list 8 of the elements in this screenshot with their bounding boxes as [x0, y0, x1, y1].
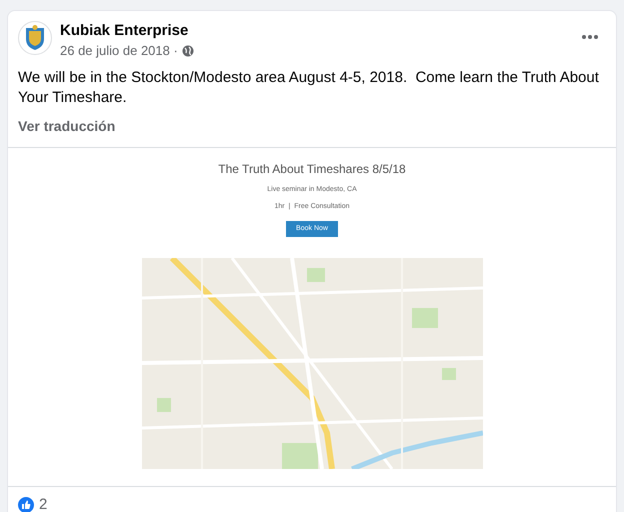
reaction-count[interactable]: 2: [39, 494, 48, 512]
post-date[interactable]: 26 de julio de 2018 ·: [60, 41, 178, 60]
preview-title: The Truth About Timeshares 8/5/18: [218, 160, 406, 178]
avatar-icon[interactable]: [18, 21, 52, 55]
translation-link[interactable]: Ver traducción: [8, 116, 126, 136]
globe-icon: [182, 44, 194, 57]
author-name[interactable]: Kubiak Enterprise: [60, 21, 194, 41]
post-text: We will be in the Stockton/Modesto area August 4-5, 2018. Come learn the Truth About Your Timeshare.: [17, 68, 600, 108]
